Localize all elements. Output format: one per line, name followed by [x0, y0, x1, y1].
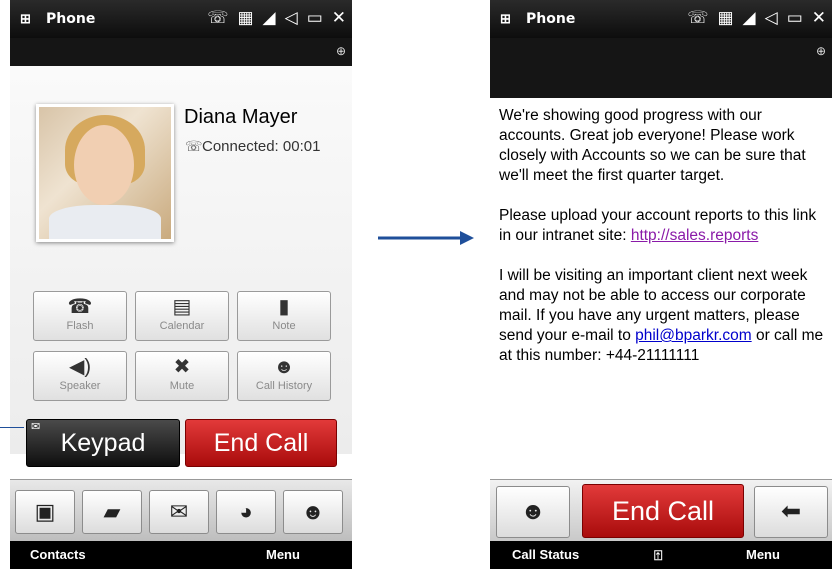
- call-history-icon: ☻: [273, 356, 295, 378]
- transition-arrow-icon: [378, 231, 474, 245]
- message-body[interactable]: We're showing good progress with our acc…: [490, 98, 832, 479]
- end-call-label: End Call: [611, 496, 715, 526]
- call-info-bar: ⊕: [490, 38, 832, 98]
- windows-logo-icon[interactable]: ⊞: [20, 11, 42, 27]
- note-icon: ▮: [278, 296, 290, 318]
- app-title: Phone: [46, 11, 96, 27]
- softkey-call-status[interactable]: Call Status: [512, 547, 579, 562]
- speaker-volume-icon[interactable]: ◁: [285, 8, 298, 28]
- status-bar: ⊞ Phone ☏ ▦ ◢ ◁ ▭ ✕: [10, 0, 352, 38]
- softkey-bar: Call Status ⍐ Menu: [490, 541, 832, 569]
- status-icons: ☏ ▦ ◢ ◁ ▭ ✕: [687, 8, 826, 28]
- contact-card-button[interactable]: ▣: [15, 490, 75, 534]
- contacts-icon: ☻: [301, 499, 325, 524]
- signal-icon[interactable]: ◢: [743, 8, 756, 28]
- call-history-button[interactable]: ☻ Call History: [237, 351, 331, 401]
- email-icon: ✉: [169, 499, 189, 524]
- app-title: Phone: [526, 11, 576, 27]
- phone-connected-icon[interactable]: ☏: [207, 8, 228, 28]
- contact-clock-button[interactable]: ◕: [216, 490, 276, 534]
- email-button[interactable]: ✉: [149, 490, 209, 534]
- speaker-label: Speaker: [59, 380, 101, 392]
- back-button[interactable]: ⬅: [754, 486, 828, 538]
- softkey-menu[interactable]: Menu: [266, 547, 300, 562]
- bluetooth-audio-icon: ⊕: [335, 44, 346, 58]
- message-paragraph: Please upload your account reports to th…: [499, 206, 825, 246]
- contact-card-icon: ▣: [34, 499, 56, 524]
- phone-screen-notes-view: ⊞ Phone ☏ ▦ ◢ ◁ ▭ ✕ ⊕ We're showing good…: [490, 0, 832, 569]
- calendar-label: Calendar: [159, 320, 205, 332]
- call-info-bar: ⊕: [10, 38, 352, 66]
- 3g-icon[interactable]: ▦: [717, 8, 733, 28]
- calendar-icon: ▤: [172, 296, 192, 318]
- speaker-button[interactable]: ◀) Speaker: [33, 351, 127, 401]
- caller-photo: [36, 104, 174, 242]
- bluetooth-audio-icon: ⊕: [815, 44, 826, 58]
- softkey-menu[interactable]: Menu: [746, 547, 780, 562]
- contacts-button[interactable]: ☻: [283, 490, 343, 534]
- speaker-icon: ◀): [68, 356, 92, 378]
- mute-icon: ✖: [173, 356, 191, 378]
- contact-clock-icon: ◕: [239, 499, 253, 524]
- flash-icon: ☎: [67, 296, 93, 318]
- close-icon[interactable]: ✕: [332, 8, 346, 28]
- battery-icon[interactable]: ▭: [307, 8, 323, 28]
- status-icons: ☏ ▦ ◢ ◁ ▭ ✕: [207, 8, 346, 28]
- message-paragraph: I will be visiting an important client n…: [499, 266, 825, 366]
- back-arrow-icon: ⬅: [780, 498, 802, 525]
- phone-connected-icon[interactable]: ☏: [687, 8, 708, 28]
- speaker-volume-icon[interactable]: ◁: [765, 8, 778, 28]
- battery-icon[interactable]: ▭: [787, 8, 803, 28]
- caller-name: Diana Mayer: [184, 106, 298, 128]
- calendar-button[interactable]: ▤ Calendar: [135, 291, 229, 341]
- signal-icon[interactable]: ◢: [263, 8, 276, 28]
- keypad-envelope-icon: ✉: [31, 421, 41, 433]
- mute-button[interactable]: ✖ Mute: [135, 351, 229, 401]
- email-link[interactable]: phil@bparkr.com: [635, 327, 752, 344]
- keypad-label: Keypad: [60, 429, 146, 457]
- contacts-button[interactable]: ☻: [496, 486, 570, 538]
- note-button[interactable]: ▮ Note: [237, 291, 331, 341]
- call-status: Connected: 00:01: [202, 138, 321, 155]
- mute-label: Mute: [169, 380, 195, 392]
- caller-photo-shirt: [49, 205, 161, 239]
- intranet-link[interactable]: http://sales.reports: [631, 227, 759, 244]
- connected-icon: ☏: [185, 138, 203, 154]
- call-area: Diana Mayer ☏ Connected: 00:01 ☎ Flash ▤…: [10, 66, 352, 454]
- message-paragraph: We're showing good progress with our acc…: [499, 107, 806, 184]
- status-bar: ⊞ Phone ☏ ▦ ◢ ◁ ▭ ✕: [490, 0, 832, 38]
- keypad-button[interactable]: ✉ Keypad: [26, 419, 180, 467]
- keyboard-icon[interactable]: ⍐: [654, 547, 662, 564]
- softkey-contacts[interactable]: Contacts: [30, 547, 86, 562]
- phone-screen-in-call: ⊞ Phone ☏ ▦ ◢ ◁ ▭ ✕ ⊕ Diana Mayer ☏ Conn…: [10, 0, 352, 569]
- flash-button[interactable]: ☎ Flash: [33, 291, 127, 341]
- bottom-toolbar: ☻ End Call ⬅: [490, 479, 832, 542]
- bottom-toolbar: ▣ ▰ ✉ ◕ ☻: [10, 479, 352, 542]
- flash-label: Flash: [66, 320, 94, 332]
- note-label: Note: [272, 320, 296, 332]
- windows-logo-icon[interactable]: ⊞: [500, 11, 522, 27]
- softkey-bar: Contacts Menu: [10, 541, 352, 569]
- contacts-icon: ☻: [520, 498, 546, 525]
- callout-line: [0, 427, 24, 428]
- end-call-button[interactable]: End Call: [185, 419, 337, 467]
- end-call-label: End Call: [213, 429, 309, 457]
- 3g-icon[interactable]: ▦: [237, 8, 253, 28]
- call-history-label: Call History: [255, 380, 313, 392]
- sms-button[interactable]: ▰: [82, 490, 142, 534]
- caller-photo-face: [74, 125, 134, 205]
- close-icon[interactable]: ✕: [812, 8, 826, 28]
- end-call-button[interactable]: End Call: [582, 484, 744, 538]
- sms-icon: ▰: [103, 499, 121, 524]
